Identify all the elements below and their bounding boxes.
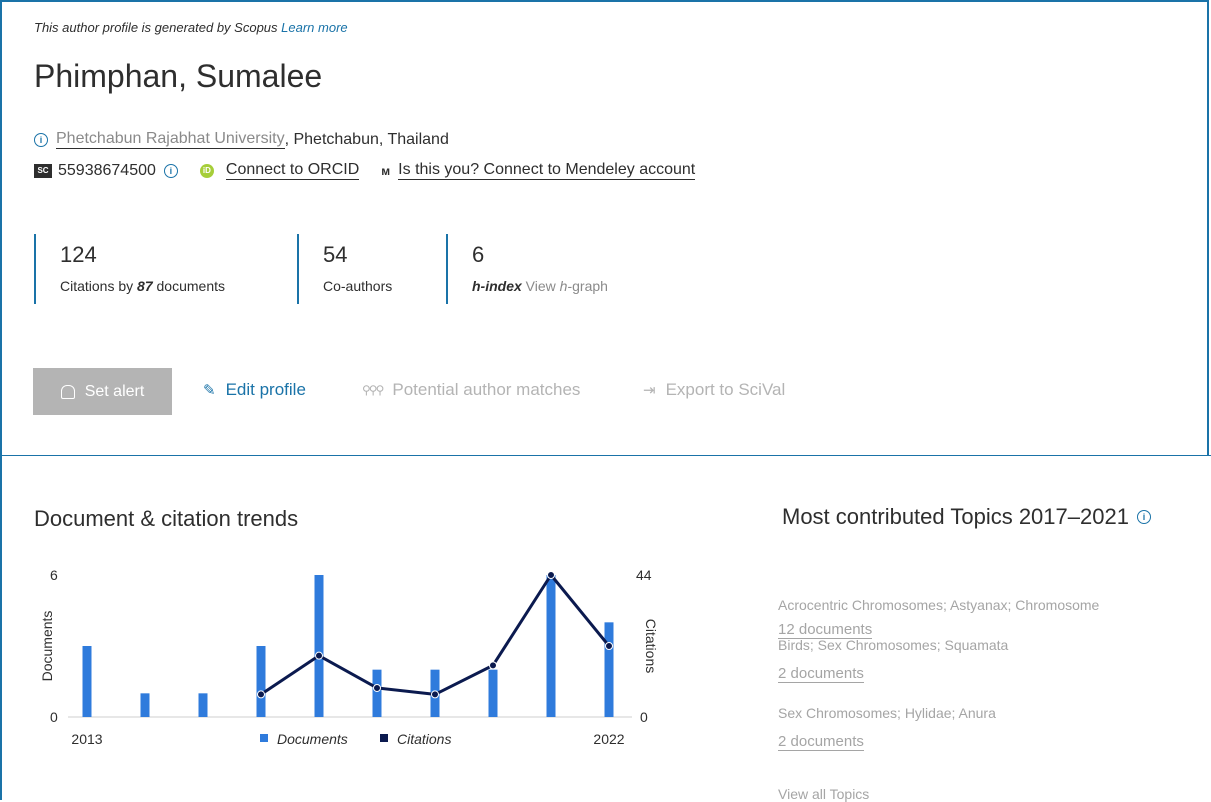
documents-bar [314, 575, 324, 717]
connect-mendeley-link[interactable]: Is this you? Connect to Mendeley account [398, 161, 696, 180]
orcid-icon: iD [199, 163, 214, 178]
documents-bar [140, 693, 150, 717]
x-tick-label: 2013 [71, 731, 102, 747]
topic-docs-link[interactable]: 2 documents [778, 733, 864, 751]
coauthors-label: Co-authors [323, 278, 393, 294]
bell-icon [60, 384, 75, 399]
coauthors-count: 54 [323, 242, 348, 267]
potential-matches-button[interactable]: ⚲⚲⚲ Potential author matches [362, 380, 580, 400]
documents-bar [488, 669, 498, 717]
mendeley-icon: ᴍ [381, 163, 391, 178]
affiliation-location: , Phetchabun, Thailand [284, 130, 449, 148]
topic-docs-link[interactable]: 2 documents [778, 665, 864, 683]
affiliation-link[interactable]: Phetchabun Rajabhat University [56, 130, 285, 149]
documents-bar [198, 693, 208, 717]
export-icon: ⇥ [643, 382, 656, 399]
topic-name[interactable]: Birds; Sex Chromosomes; Squamata [778, 637, 1008, 653]
topic-name[interactable]: Sex Chromosomes; Hylidae; Anura [778, 705, 996, 721]
legend-documents-label: Documents [277, 731, 348, 747]
citations-label: Citations by 87 documents [60, 278, 225, 294]
people-icon: ⚲⚲⚲ [362, 383, 384, 397]
legend-documents-swatch [260, 734, 268, 742]
documents-bar [256, 646, 266, 717]
pencil-icon: ✎ [203, 382, 216, 399]
trends-title: Document & citation trends [34, 506, 299, 531]
hindex-metric: 6 h-index View h-graph [446, 234, 666, 304]
citations-metric[interactable]: 124 Citations by 87 documents [34, 234, 289, 304]
document-citation-chart: 6 0 44 0 Documents Citations 2013 2022 Documents… [39, 567, 659, 747]
author-name: Phimphan, Sumalee [34, 58, 323, 94]
y-left-tick-label: 6 [50, 567, 58, 583]
panel-divider [0, 455, 1211, 456]
author-id-row: SC 55938674500 i iD Connect to ORCID ᴍ I… [34, 161, 696, 180]
citations-point [605, 642, 613, 650]
info-icon[interactable]: i [34, 132, 48, 147]
documents-bar [604, 622, 614, 717]
citations-point [373, 683, 381, 692]
citations-point [431, 690, 439, 699]
export-scival-button[interactable]: ⇥ Export to SciVal [643, 380, 785, 400]
affiliation-row: i Phetchabun Rajabhat University , Phetc… [34, 130, 449, 149]
topics-title: Most contributed Topics 2017–2021 i [782, 504, 1151, 530]
citations-point [489, 661, 497, 670]
x-tick-label: 2022 [593, 731, 624, 747]
scopus-badge-icon: SC [34, 163, 52, 178]
topic-name[interactable]: Acrocentric Chromosomes; Astyanax; Chrom… [778, 597, 1099, 613]
author-id-info-icon[interactable]: i [163, 163, 178, 178]
export-scival-label: Export to SciVal [665, 380, 786, 399]
edit-profile-button[interactable]: ✎ Edit profile [203, 380, 306, 400]
profile-notice: This author profile is generated by Scop… [34, 20, 348, 35]
edit-profile-label: Edit profile [225, 380, 306, 399]
citations-point [257, 690, 265, 699]
citations-point [547, 571, 555, 579]
y-right-tick-label: 0 [640, 709, 648, 725]
y-right-axis-label: Citations [643, 619, 659, 673]
hindex-value: 6 [472, 242, 485, 267]
set-alert-button[interactable]: Set alert [33, 368, 172, 415]
y-left-axis-label: Documents [39, 611, 55, 682]
set-alert-label: Set alert [84, 382, 145, 400]
citations-count: 124 [60, 242, 97, 267]
hindex-label: h-index View h-graph [472, 278, 608, 294]
potential-matches-label: Potential author matches [392, 380, 581, 399]
coauthors-metric[interactable]: 54 Co-authors [297, 234, 442, 304]
legend-citations-swatch [380, 734, 388, 742]
y-right-tick-label: 44 [636, 567, 652, 583]
citing-documents-count: 87 [137, 278, 153, 294]
view-hgraph-link[interactable]: View h-graph [526, 278, 608, 294]
connect-orcid-link[interactable]: Connect to ORCID [225, 161, 360, 180]
author-id: 55938674500 [58, 161, 156, 179]
documents-bar [372, 669, 382, 717]
legend-citations-label: Citations [397, 731, 451, 747]
documents-bar [82, 646, 92, 717]
y-left-tick-label: 0 [50, 709, 58, 725]
citations-point [315, 651, 323, 660]
notice-text: This author profile is generated by Scop… [34, 20, 278, 35]
topics-info-icon[interactable]: i [1136, 510, 1151, 524]
documents-bar [546, 575, 556, 717]
learn-more-link[interactable]: Learn more [281, 20, 347, 35]
